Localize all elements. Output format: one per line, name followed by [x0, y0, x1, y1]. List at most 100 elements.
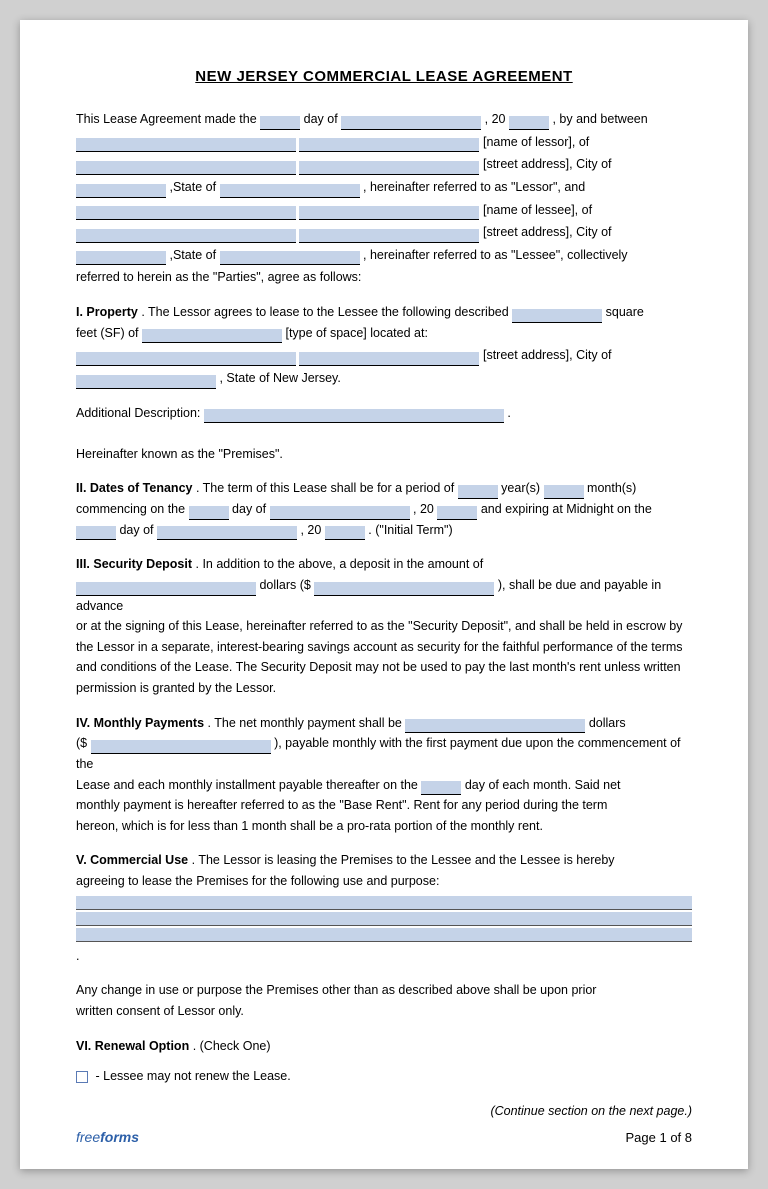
day-label: day of: [304, 112, 342, 126]
sqft-label: square: [606, 305, 644, 319]
state-nj-row: , State of New Jersey.: [76, 368, 692, 389]
lessee-state-field[interactable]: [76, 251, 166, 265]
lessor-state-name-field[interactable]: [220, 184, 360, 198]
year-field[interactable]: [509, 116, 549, 130]
page-number: Page 1 of 8: [626, 1130, 693, 1145]
monthly-day-field[interactable]: [421, 781, 461, 795]
no-renew-checkbox[interactable]: [76, 1071, 88, 1083]
section-5-text1: . The Lessor is leasing the Premises to …: [192, 853, 615, 867]
expire-month-field[interactable]: [157, 526, 297, 540]
expire-day-field[interactable]: [76, 526, 116, 540]
section-1: I. Property . The Lessor agrees to lease…: [76, 302, 692, 389]
section-6-label: VI. Renewal Option: [76, 1039, 189, 1053]
lessee-address-field2[interactable]: [299, 229, 479, 243]
add-desc-field[interactable]: [204, 409, 504, 423]
referred-to: referred to herein as the "Parties", agr…: [76, 267, 692, 288]
commence-month-field[interactable]: [270, 506, 410, 520]
use-period: .: [76, 949, 79, 963]
hereinafter-lessee: , hereinafter referred to as "Lessee", c…: [363, 248, 628, 262]
lessee-name-field2[interactable]: [299, 206, 479, 220]
lessee-name-row: [name of lessee], of: [76, 200, 692, 221]
lessee-label: [name of lessee], of: [483, 203, 592, 217]
lessor-address-field[interactable]: [76, 161, 296, 175]
expire-year-field[interactable]: [325, 526, 365, 540]
brand-forms: forms: [100, 1129, 139, 1145]
section-3-text1: . In addition to the above, a deposit in…: [196, 557, 484, 571]
document-page: NEW JERSEY COMMERCIAL LEASE AGREEMENT Th…: [20, 20, 748, 1169]
street-address-city-label: [street address], City of: [483, 348, 612, 362]
use-field-2[interactable]: [76, 912, 692, 926]
deposit-amount-field[interactable]: [76, 582, 256, 596]
section-1-text1: . The Lessor agrees to lease to the Less…: [141, 305, 508, 319]
lessee-state-row: ,State of , hereinafter referred to as "…: [76, 245, 692, 266]
day-field[interactable]: [260, 116, 300, 130]
section-2: II. Dates of Tenancy . The term of this …: [76, 478, 692, 540]
years-label: year(s): [501, 481, 543, 495]
lessor-address-field2[interactable]: [299, 161, 479, 175]
monthly-payment-field[interactable]: [405, 719, 585, 733]
lessee-address-field[interactable]: [76, 229, 296, 243]
sqft-field[interactable]: [512, 309, 602, 323]
section-5: V. Commercial Use . The Lessor is leasin…: [76, 850, 692, 966]
use-field-1[interactable]: [76, 896, 692, 910]
section-2-text1: . The term of this Lease shall be for a …: [196, 481, 454, 495]
security-deposit-text: or at the signing of this Lease, hereina…: [76, 616, 692, 699]
section-6: VI. Renewal Option . (Check One) - Lesse…: [76, 1036, 692, 1087]
lessor-label: [name of lessor], of: [483, 135, 589, 149]
lessor-state-field[interactable]: [76, 184, 166, 198]
property-address-field2[interactable]: [299, 352, 479, 366]
footer: freeforms Page 1 of 8: [76, 1129, 692, 1145]
state-nj-label: , State of New Jersey.: [219, 371, 340, 385]
months-num-field[interactable]: [544, 485, 584, 499]
add-desc-period: .: [507, 406, 510, 420]
expiring-row: day of , 20 . ("Initial Term"): [76, 520, 692, 541]
lessor-name-field2[interactable]: [299, 138, 479, 152]
state-of2-label: ,State of: [169, 248, 219, 262]
property-address-field[interactable]: [76, 352, 296, 366]
section-1-label: I. Property: [76, 305, 138, 319]
lessee-street-label: [street address], City of: [483, 225, 612, 239]
commercial-use-fields: [76, 896, 692, 942]
section-3: III. Security Deposit . In addition to t…: [76, 554, 692, 698]
additional-description-section: Additional Description: . Hereinafter kn…: [76, 403, 692, 465]
hereinafter-lessor: , hereinafter referred to as "Lessor", a…: [363, 180, 585, 194]
type-of-space-field[interactable]: [142, 329, 282, 343]
lessee-name-field[interactable]: [76, 206, 296, 220]
street-address-label: [street address], City of: [483, 157, 612, 171]
feet-sf-row: feet (SF) of [type of space] located at:: [76, 323, 692, 344]
brand-free: free: [76, 1129, 100, 1145]
section-5-text2: agreeing to lease the Premises for the f…: [76, 871, 692, 892]
section-5-label: V. Commercial Use: [76, 853, 188, 867]
property-address-row: [street address], City of: [76, 345, 692, 366]
hereinafter-premises: Hereinafter known as the "Premises".: [76, 447, 283, 461]
intro-text-1: This Lease Agreement made the: [76, 112, 257, 126]
city-nj-field[interactable]: [76, 375, 216, 389]
monthly-payment-row3: Lease and each monthly installment payab…: [76, 775, 692, 796]
lessee-address-row: [street address], City of: [76, 222, 692, 243]
intro-section: This Lease Agreement made the day of , 2…: [76, 109, 692, 288]
section-3-label: III. Security Deposit: [76, 557, 192, 571]
lessee-state-name-field[interactable]: [220, 251, 360, 265]
brand-logo: freeforms: [76, 1129, 139, 1145]
monthly-paren-field[interactable]: [91, 740, 271, 754]
deposit-dollars-field[interactable]: [314, 582, 494, 596]
state-of-label: ,State of: [169, 180, 219, 194]
any-change-section: Any change in use or purpose the Premise…: [76, 980, 692, 1021]
dollars-label: dollars: [589, 716, 626, 730]
section-6-text1: . (Check One): [193, 1039, 271, 1053]
checkbox-option-row: - Lessee may not renew the Lease.: [76, 1066, 692, 1087]
deposit-amount-row: dollars ($ ), shall be due and payable i…: [76, 575, 692, 616]
commence-year-field[interactable]: [437, 506, 477, 520]
commence-day-field[interactable]: [189, 506, 229, 520]
by-between: , by and between: [552, 112, 647, 126]
years-num-field[interactable]: [458, 485, 498, 499]
any-change-text1: Any change in use or purpose the Premise…: [76, 980, 692, 1001]
type-of-space-label: [type of space] located at:: [285, 326, 427, 340]
monthly-payment-row2: ($ ), payable monthly with the first pay…: [76, 733, 692, 774]
no-renew-label: - Lessee may not renew the Lease.: [95, 1069, 290, 1083]
date-field[interactable]: [341, 116, 481, 130]
lessor-name-field[interactable]: [76, 138, 296, 152]
use-field-3[interactable]: [76, 928, 692, 942]
months-label: month(s): [587, 481, 636, 495]
section-4: IV. Monthly Payments . The net monthly p…: [76, 713, 692, 837]
